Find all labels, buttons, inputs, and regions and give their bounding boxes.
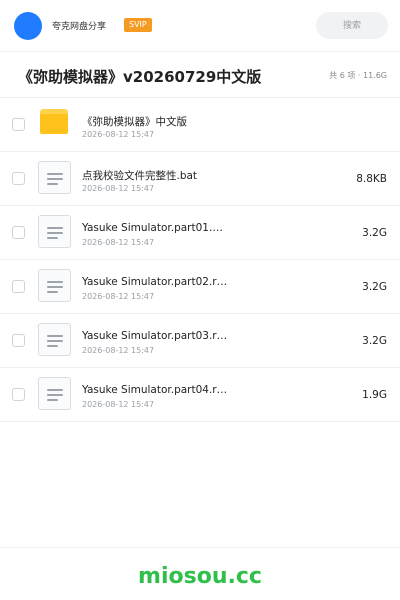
file-time: 2026-08-12 15:47 xyxy=(82,184,155,193)
file-icon xyxy=(38,269,71,302)
file-size: 3.2G xyxy=(362,335,387,347)
file-time: 2026-08-12 15:47 xyxy=(82,238,155,247)
file-name[interactable]: Yasuke Simulator.part02.r… xyxy=(82,276,227,288)
file-name[interactable]: 点我校验文件完整性.bat xyxy=(82,168,197,183)
file-icon xyxy=(38,323,71,356)
file-size: 8.8KB xyxy=(356,173,387,185)
file-size: 1.9G xyxy=(362,389,387,401)
select-checkbox[interactable] xyxy=(12,388,25,401)
file-summary: 共 6 项 · 11.6G xyxy=(329,71,387,80)
site-watermark: miosou.cc xyxy=(138,564,262,589)
file-icon xyxy=(38,377,71,410)
file-name[interactable]: Yasuke Simulator.part04.r… xyxy=(82,384,227,396)
list-item[interactable]: Yasuke Simulator.part02.r… 2026-08-12 15… xyxy=(0,260,400,314)
file-time: 2026-08-12 15:47 xyxy=(82,400,155,409)
file-icon xyxy=(38,215,71,248)
file-size: 3.2G xyxy=(362,281,387,293)
page-title: 《弥助模拟器》v20260729中文版 xyxy=(18,68,262,86)
sharer-name[interactable]: 夸克网盘分享 xyxy=(52,19,106,32)
file-name[interactable]: Yasuke Simulator.part03.r… xyxy=(82,330,227,342)
file-name[interactable]: Yasuke Simulator.part01.e… xyxy=(82,222,228,234)
avatar[interactable] xyxy=(14,12,42,40)
file-icon xyxy=(38,161,71,194)
file-size: 3.2G xyxy=(362,227,387,239)
select-checkbox[interactable] xyxy=(12,334,25,347)
list-item[interactable]: Yasuke Simulator.part01.e… 2026-08-12 15… xyxy=(0,206,400,260)
file-time: 2026-08-12 15:47 xyxy=(82,346,155,355)
file-time: 2026-08-12 15:47 xyxy=(82,292,155,301)
share-title-bar: 《弥助模拟器》v20260729中文版 共 6 项 · 11.6G xyxy=(0,52,400,98)
vip-badge: SVIP xyxy=(124,18,152,32)
list-item[interactable]: 点我校验文件完整性.bat 2026-08-12 15:47 8.8KB xyxy=(0,152,400,206)
list-item[interactable]: 《弥助模拟器》中文版 2026-08-12 15:47 xyxy=(0,98,400,152)
select-checkbox[interactable] xyxy=(12,226,25,239)
file-name[interactable]: 《弥助模拟器》中文版 xyxy=(82,114,187,129)
footer-divider xyxy=(0,547,400,548)
select-checkbox[interactable] xyxy=(12,280,25,293)
list-item[interactable]: Yasuke Simulator.part04.r… 2026-08-12 15… xyxy=(0,368,400,422)
select-checkbox[interactable] xyxy=(12,172,25,185)
list-item[interactable]: Yasuke Simulator.part03.r… 2026-08-12 15… xyxy=(0,314,400,368)
folder-icon xyxy=(40,109,68,134)
search-input[interactable] xyxy=(316,12,388,39)
file-list: 《弥助模拟器》中文版 2026-08-12 15:47 点我校验文件完整性.ba… xyxy=(0,98,400,422)
file-time: 2026-08-12 15:47 xyxy=(82,130,155,139)
top-header: 夸克网盘分享 SVIP xyxy=(0,0,400,52)
select-checkbox[interactable] xyxy=(12,118,25,131)
